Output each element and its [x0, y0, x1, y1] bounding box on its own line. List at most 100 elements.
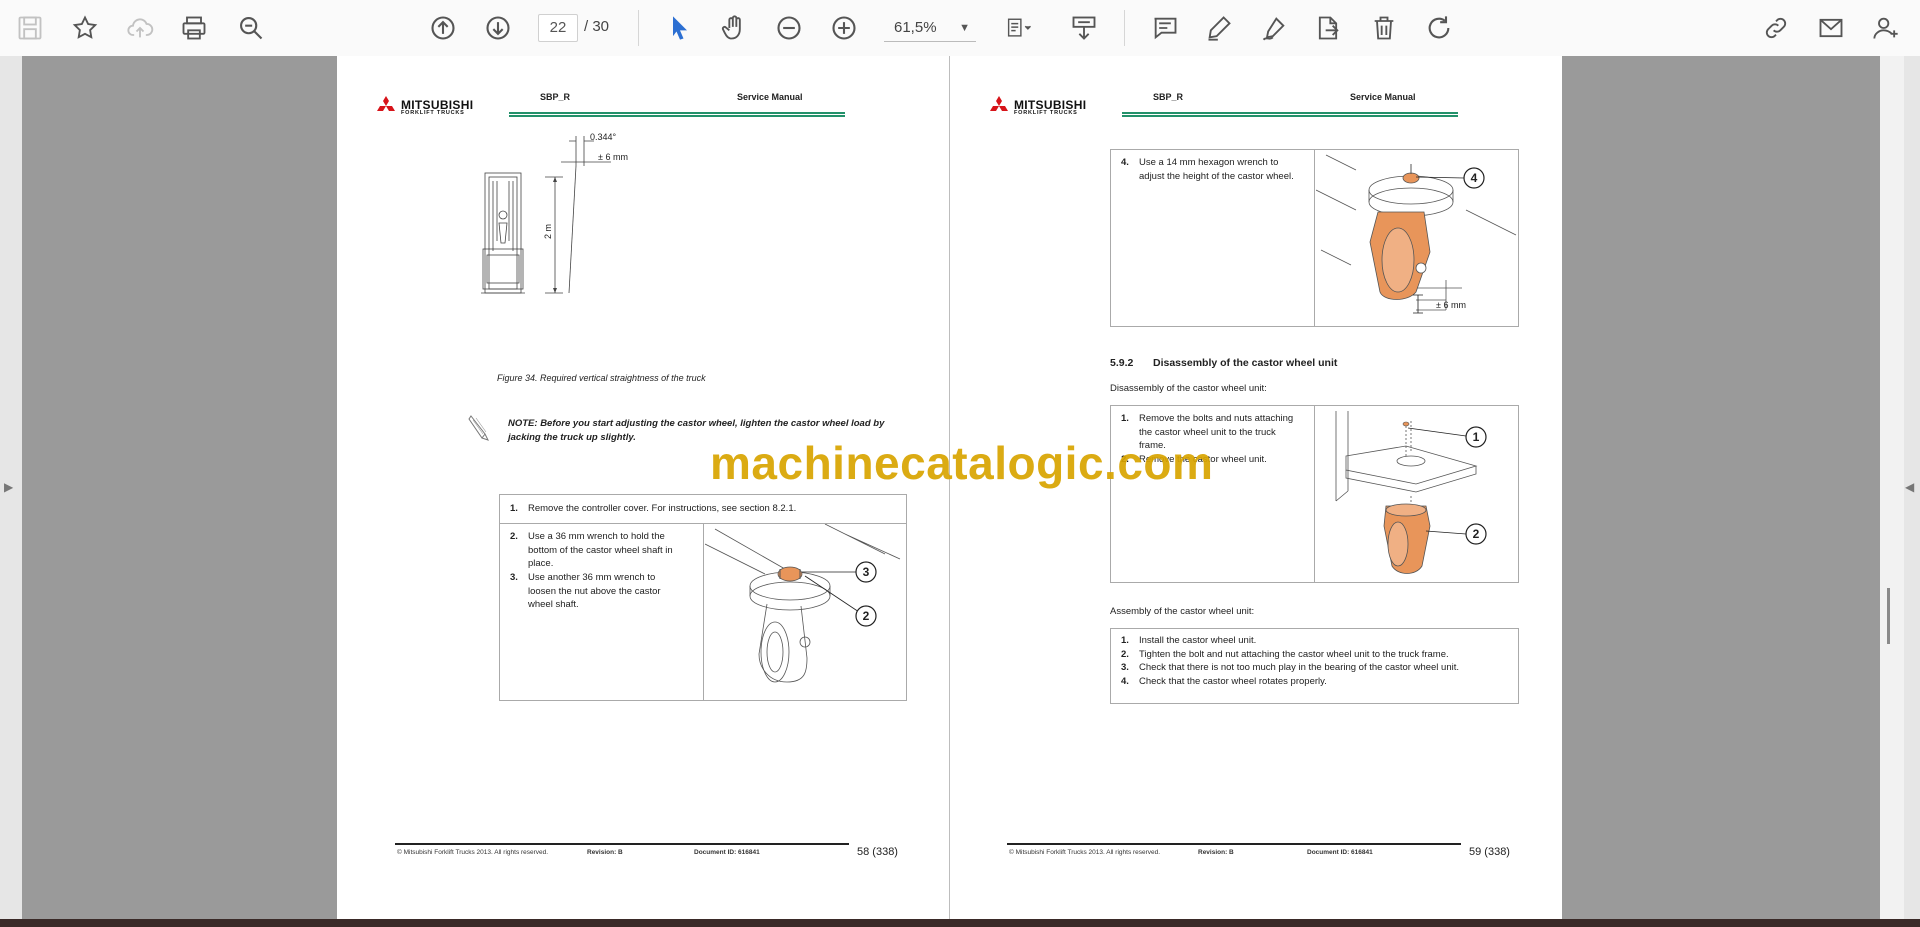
mitsubishi-logo: MITSUBISHI FORKLIFT TRUCKS — [987, 96, 1117, 116]
watermark-text: machinecatalogic.com — [710, 437, 1214, 489]
step-number: 1. — [1121, 635, 1129, 646]
dim-tolerance: ± 6 mm — [1436, 300, 1466, 310]
step-text: Remove the controller cover. For instruc… — [528, 503, 797, 514]
step-table-1: 1. Remove the controller cover. For instr… — [499, 494, 907, 524]
page-down-icon[interactable] — [480, 10, 516, 46]
footer-document-id: Document ID: 616841 — [1307, 849, 1373, 856]
step-line: adjust the height of the castor wheel. — [1139, 170, 1294, 182]
mitsubishi-logo: MITSUBISHI FORKLIFT TRUCKS — [374, 96, 504, 116]
callout-1: 1 — [1473, 430, 1480, 444]
section-number: 5.9.2 — [1110, 357, 1134, 369]
step-line: place. — [528, 558, 554, 569]
add-user-icon[interactable] — [1868, 10, 1904, 46]
assembly-step-4: 4. Check that the castor wheel rotates pr… — [1121, 675, 1459, 689]
step-table-4: 4. Use a 14 mm hexagon wrench to adjust th… — [1110, 149, 1519, 327]
step-text-cell: 4. Use a 14 mm hexagon wrench to adjust th… — [1111, 150, 1315, 326]
dim-tolerance: ± 6 mm — [598, 152, 628, 162]
export-icon[interactable] — [1310, 10, 1346, 46]
expand-right-panel-icon[interactable]: ◀ — [1905, 480, 1914, 494]
step-number: 2. — [1121, 648, 1129, 660]
scroll-mode-icon[interactable] — [1066, 10, 1102, 46]
scrollbar-track[interactable] — [1880, 56, 1904, 919]
step-text-cell: 2. Use a 36 mm wrench to hold the bottom o… — [500, 524, 704, 700]
chevron-down-icon: ▼ — [959, 22, 970, 34]
highlight-pen-icon[interactable] — [1201, 10, 1237, 46]
header-rule — [509, 112, 845, 117]
step-line: bottom of the castor wheel shaft in — [528, 544, 673, 556]
callout-3: 3 — [863, 565, 870, 579]
cloud-upload-icon[interactable] — [122, 10, 158, 46]
assembly-intro: Assembly of the castor wheel unit: — [1110, 606, 1255, 617]
step-line: Use a 14 mm hexagon wrench to — [1139, 157, 1279, 168]
email-icon[interactable] — [1813, 10, 1849, 46]
callout-2: 2 — [1473, 527, 1480, 541]
doc-title: Service Manual — [737, 92, 803, 102]
toolbar-divider — [1124, 10, 1125, 46]
page-number-input[interactable]: 22 — [538, 14, 578, 42]
step-number: 2. — [510, 531, 518, 542]
note-line-1: NOTE: Before you start adjusting the cas… — [508, 418, 885, 429]
step-number: 3. — [510, 572, 518, 583]
step-line: wheel shaft. — [528, 599, 579, 610]
note-pencil-icon — [468, 415, 489, 441]
dim-angle: 0.344° — [590, 132, 617, 142]
step-text: Check that there is not too much play in… — [1139, 662, 1460, 673]
zoom-out-icon[interactable] — [771, 10, 807, 46]
page-number: 58 (338) — [857, 846, 898, 858]
zoom-search-icon[interactable] — [233, 10, 269, 46]
print-icon[interactable] — [176, 10, 212, 46]
step-line: Remove the bolts and nuts attaching — [1139, 413, 1294, 424]
disassembly-table: 1. Remove the bolts and nuts attaching the… — [1110, 405, 1519, 583]
dim-height: 2 m — [543, 224, 553, 239]
zoom-in-icon[interactable] — [826, 10, 862, 46]
footer-document-id: Document ID: 616841 — [694, 849, 760, 856]
step-number: 1. — [510, 503, 518, 514]
footer-revision: Revision: B — [1198, 849, 1234, 856]
three-diamonds-icon — [990, 96, 1008, 111]
castor-wheel-removal-illustration: 1 2 — [1335, 411, 1487, 574]
step-text: Check that the castor wheel rotates prop… — [1139, 675, 1327, 687]
step-text: Tighten the bolt and nut attaching the c… — [1139, 648, 1449, 660]
comment-icon[interactable] — [1147, 10, 1183, 46]
select-cursor-icon[interactable] — [662, 10, 698, 46]
page-fit-icon[interactable] — [996, 10, 1044, 46]
assembly-steps: 1. Install the castor wheel unit. 2. Tight… — [1121, 634, 1459, 688]
save-icon[interactable] — [12, 10, 48, 46]
step-text: Install the castor wheel unit. — [1139, 635, 1257, 646]
brand-sub: FORKLIFT TRUCKS — [1014, 110, 1078, 116]
zoom-select[interactable]: 61,5% ▼ — [884, 14, 976, 42]
rotate-icon[interactable] — [1421, 10, 1457, 46]
assembly-step-2: 2. Tighten the bolt and nut attaching the… — [1121, 648, 1459, 662]
assembly-table: 1. Install the castor wheel unit. 2. Tight… — [1110, 628, 1519, 704]
footer-rule — [1007, 843, 1461, 845]
delete-icon[interactable] — [1366, 10, 1402, 46]
doc-code: SBP_R — [1153, 92, 1184, 102]
footer-copyright: © Mitsubishi Forklift Trucks 2013. All r… — [1009, 849, 1161, 856]
step-number: 4. — [1121, 157, 1129, 168]
scrollbar-thumb[interactable] — [1887, 588, 1890, 644]
footer-revision: Revision: B — [587, 849, 623, 856]
sign-icon[interactable] — [1256, 10, 1292, 46]
step-1: 1. Remove the controller cover. For instr… — [510, 502, 796, 516]
assembly-step-1: 1. Install the castor wheel unit. — [1121, 634, 1459, 648]
step-table-2: 2. Use a 36 mm wrench to hold the bottom o… — [499, 523, 907, 701]
star-icon[interactable] — [67, 10, 103, 46]
hand-icon[interactable] — [716, 10, 752, 46]
brand-sub: FORKLIFT TRUCKS — [401, 110, 465, 116]
toolbar: 22 / 30 61,5% ▼ — [0, 0, 1920, 57]
page-up-icon[interactable] — [425, 10, 461, 46]
page-number: 59 (338) — [1469, 846, 1510, 858]
step-3: 3. Use another 36 mm wrench to loosen the … — [510, 571, 661, 612]
step-number: 3. — [1121, 662, 1129, 673]
header-rule — [1122, 112, 1458, 117]
footer-rule — [395, 843, 849, 845]
expand-left-panel-icon[interactable]: ▶ — [4, 480, 13, 494]
doc-title: Service Manual — [1350, 92, 1416, 102]
zoom-value: 61,5% — [894, 19, 937, 36]
castor-wheel-illustration: 3 2 — [705, 524, 901, 683]
callout-4: 4 — [1471, 171, 1478, 185]
share-link-icon[interactable] — [1758, 10, 1794, 46]
doc-code: SBP_R — [540, 92, 571, 102]
disassembly-intro: Disassembly of the castor wheel unit: — [1110, 383, 1267, 394]
figure-truck-straightness: 0.344° ± 6 mm 2 m — [481, 132, 628, 294]
